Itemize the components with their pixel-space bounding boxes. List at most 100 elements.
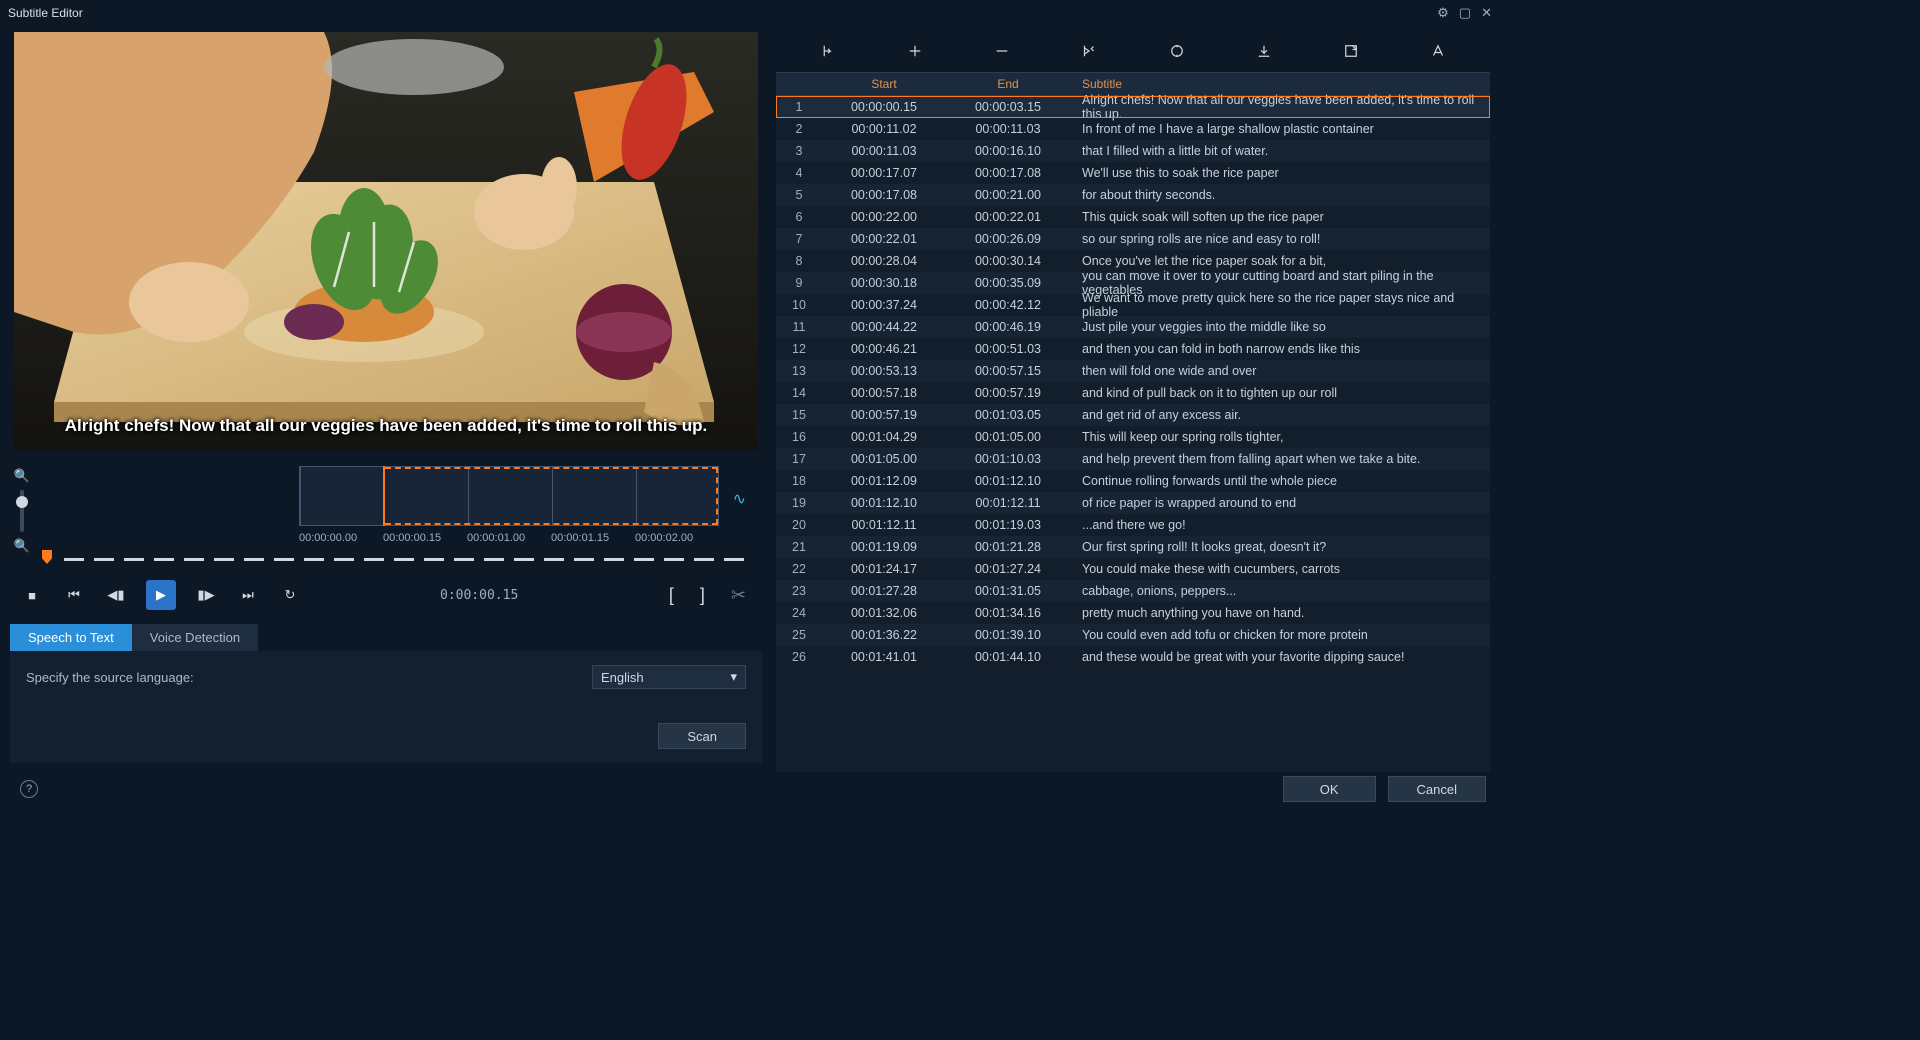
row-text[interactable]: Continue rolling forwards until the whol… [1070,474,1490,488]
row-end[interactable]: 00:00:11.03 [946,122,1070,136]
mark-out-button[interactable]: ] [700,585,705,606]
row-end[interactable]: 00:00:03.15 [946,100,1070,114]
table-row[interactable]: 200:00:11.0200:00:11.03In front of me I … [776,118,1490,140]
row-text[interactable]: and help prevent them from falling apart… [1070,452,1490,466]
row-text[interactable]: then will fold one wide and over [1070,364,1490,378]
ruler-marker[interactable] [42,550,52,564]
row-end[interactable]: 00:01:05.00 [946,430,1070,444]
row-end[interactable]: 00:01:21.28 [946,540,1070,554]
row-start[interactable]: 00:01:27.28 [822,584,946,598]
table-row[interactable]: 1100:00:44.2200:00:46.19Just pile your v… [776,316,1490,338]
row-end[interactable]: 00:01:19.03 [946,518,1070,532]
row-text[interactable]: and get rid of any excess air. [1070,408,1490,422]
row-start[interactable]: 00:01:12.09 [822,474,946,488]
table-row[interactable]: 1600:01:04.2900:01:05.00This will keep o… [776,426,1490,448]
row-end[interactable]: 00:00:57.19 [946,386,1070,400]
row-text[interactable]: Alright chefs! Now that all our veggies … [1070,93,1490,121]
table-row[interactable]: 1000:00:37.2400:00:42.12We want to move … [776,294,1490,316]
row-start[interactable]: 00:00:28.04 [822,254,946,268]
zoom-slider[interactable] [20,490,24,532]
play-button[interactable]: ▶ [146,580,176,610]
row-start[interactable]: 00:00:22.00 [822,210,946,224]
table-row[interactable]: 500:00:17.0800:00:21.00for about thirty … [776,184,1490,206]
row-text[interactable]: In front of me I have a large shallow pl… [1070,122,1490,136]
row-end[interactable]: 00:01:27.24 [946,562,1070,576]
row-start[interactable]: 00:01:12.11 [822,518,946,532]
settings-icon[interactable]: ⚙ [1437,5,1449,21]
cut-button[interactable]: ✂ [731,585,746,606]
row-text[interactable]: We'll use this to soak the rice paper [1070,166,1490,180]
table-row[interactable]: 1300:00:53.1300:00:57.15then will fold o… [776,360,1490,382]
row-end[interactable]: 00:00:42.12 [946,298,1070,312]
row-text[interactable]: This quick soak will soften up the rice … [1070,210,1490,224]
language-select[interactable]: English ▾ [592,665,746,689]
row-start[interactable]: 00:00:46.21 [822,342,946,356]
text-style-icon[interactable] [1425,42,1451,63]
row-text[interactable]: Just pile your veggies into the middle l… [1070,320,1490,334]
row-end[interactable]: 00:01:44.10 [946,650,1070,664]
mark-in-button[interactable]: [ [669,585,674,606]
header-start[interactable]: Start [822,77,946,91]
row-start[interactable]: 00:00:44.22 [822,320,946,334]
row-text[interactable]: pretty much anything you have on hand. [1070,606,1490,620]
row-end[interactable]: 00:00:35.09 [946,276,1070,290]
row-start[interactable]: 00:01:36.22 [822,628,946,642]
tab-voice-detection[interactable]: Voice Detection [132,624,258,651]
row-start[interactable]: 00:01:41.01 [822,650,946,664]
row-start[interactable]: 00:00:30.18 [822,276,946,290]
scan-button[interactable]: Scan [658,723,746,749]
export-icon[interactable] [1338,42,1364,63]
row-end[interactable]: 00:01:03.05 [946,408,1070,422]
row-text[interactable]: You could make these with cucumbers, car… [1070,562,1490,576]
row-text[interactable]: that I filled with a little bit of water… [1070,144,1490,158]
video-preview[interactable]: Alright chefs! Now that all our veggies … [14,32,758,450]
row-end[interactable]: 00:01:12.10 [946,474,1070,488]
table-row[interactable]: 2000:01:12.1100:01:19.03...and there we … [776,514,1490,536]
tab-speech-to-text[interactable]: Speech to Text [10,624,132,651]
next-button[interactable]: ⏭ [236,587,260,603]
loop-button[interactable]: ↻ [278,587,302,603]
row-end[interactable]: 00:00:21.00 [946,188,1070,202]
row-start[interactable]: 00:00:22.01 [822,232,946,246]
row-start[interactable]: 00:00:37.24 [822,298,946,312]
table-row[interactable]: 2500:01:36.2200:01:39.10You could even a… [776,624,1490,646]
add-subtitle-icon[interactable] [902,42,928,63]
row-start[interactable]: 00:01:32.06 [822,606,946,620]
row-start[interactable]: 00:01:12.10 [822,496,946,510]
help-button[interactable]: ? [20,780,38,798]
row-text[interactable]: ...and there we go! [1070,518,1490,532]
row-end[interactable]: 00:01:39.10 [946,628,1070,642]
goto-playhead-icon[interactable] [815,42,841,63]
remove-subtitle-icon[interactable] [989,42,1015,63]
timeline-ruler[interactable] [34,550,762,566]
row-text[interactable]: You could even add tofu or chicken for m… [1070,628,1490,642]
table-row[interactable]: 1400:00:57.1800:00:57.19and kind of pull… [776,382,1490,404]
timeline-track[interactable]: ∿ [299,466,719,526]
row-end[interactable]: 00:01:10.03 [946,452,1070,466]
row-end[interactable]: 00:00:17.08 [946,166,1070,180]
row-text[interactable]: so our spring rolls are nice and easy to… [1070,232,1490,246]
timecode-display[interactable]: 0:00:00.15 [440,588,518,603]
row-end[interactable]: 00:00:26.09 [946,232,1070,246]
row-end[interactable]: 00:00:46.19 [946,320,1070,334]
table-row[interactable]: 100:00:00.1500:00:03.15Alright chefs! No… [776,96,1490,118]
close-icon[interactable]: ✕ [1481,5,1492,21]
zoom-in-icon[interactable]: 🔍 [14,468,30,484]
table-row[interactable]: 1200:00:46.2100:00:51.03and then you can… [776,338,1490,360]
row-start[interactable]: 00:01:19.09 [822,540,946,554]
row-end[interactable]: 00:01:12.11 [946,496,1070,510]
row-start[interactable]: 00:00:57.18 [822,386,946,400]
row-start[interactable]: 00:00:00.15 [822,100,946,114]
row-start[interactable]: 00:00:53.13 [822,364,946,378]
sync-icon[interactable] [1164,42,1190,63]
table-row[interactable]: 300:00:11.0300:00:16.10that I filled wit… [776,140,1490,162]
row-start[interactable]: 00:00:17.08 [822,188,946,202]
table-row[interactable]: 2100:01:19.0900:01:21.28Our first spring… [776,536,1490,558]
row-text[interactable]: and these would be great with your favor… [1070,650,1490,664]
row-start[interactable]: 00:00:11.03 [822,144,946,158]
row-end[interactable]: 00:00:30.14 [946,254,1070,268]
row-text[interactable]: Our first spring roll! It looks great, d… [1070,540,1490,554]
row-text[interactable]: and kind of pull back on it to tighten u… [1070,386,1490,400]
row-start[interactable]: 00:01:04.29 [822,430,946,444]
waveform-icon[interactable]: ∿ [733,489,746,509]
